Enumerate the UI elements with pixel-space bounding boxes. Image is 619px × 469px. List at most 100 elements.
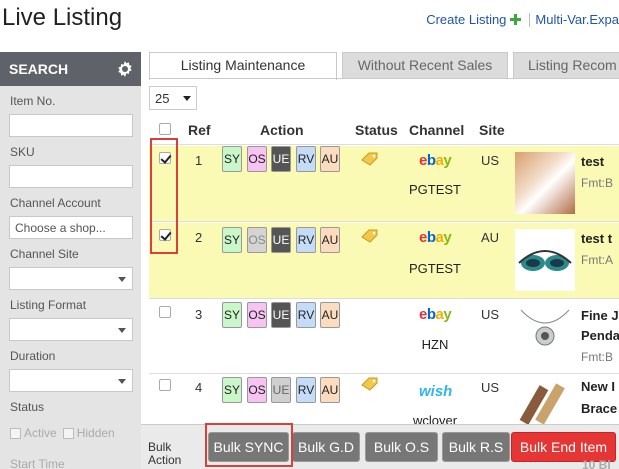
listing-format: Fmt:A <box>581 253 613 267</box>
channel-account-label: Channel Account <box>10 196 101 210</box>
multi-var-link[interactable]: Multi-Var.Expa <box>535 12 619 27</box>
plus-icon[interactable] <box>510 14 522 25</box>
status-options: Active Hidden <box>10 426 115 440</box>
row-site: US <box>481 153 500 168</box>
os-button[interactable]: OS <box>247 302 267 328</box>
select-all-checkbox[interactable] <box>159 123 171 135</box>
ebay-logo: ebay <box>419 152 452 169</box>
rv-button[interactable]: RV <box>296 146 316 172</box>
listing-title[interactable]: test <box>581 152 604 172</box>
sy-button[interactable]: SY <box>222 227 242 253</box>
sku-input[interactable] <box>9 165 133 188</box>
search-heading-label: SEARCH <box>9 61 69 77</box>
product-thumbnail[interactable] <box>515 229 575 291</box>
duration-label: Duration <box>10 349 56 363</box>
table-header: Ref Action Status Channel Site <box>149 115 619 145</box>
active-label: Active <box>24 426 57 440</box>
bulk-rs-button[interactable]: Bulk R.S <box>442 432 510 462</box>
active-checkbox[interactable] <box>10 427 21 439</box>
channel-site-label: Channel Site <box>10 247 79 261</box>
row-ref: 3 <box>195 307 203 322</box>
ebay-logo: ebay <box>419 229 452 246</box>
item-no-input[interactable] <box>9 114 133 137</box>
gear-icon[interactable] <box>117 61 133 77</box>
channel-account: PGTEST <box>408 261 461 276</box>
sy-button[interactable]: SY <box>222 302 242 328</box>
col-site: Site <box>479 122 505 138</box>
row-site: US <box>481 380 500 395</box>
col-status: Status <box>355 122 398 138</box>
hidden-checkbox[interactable] <box>62 427 74 439</box>
ue-button[interactable]: UE <box>271 302 291 328</box>
next-row-partial-title: 10 Bl <box>582 458 611 469</box>
tag-icon <box>361 377 378 391</box>
header-links: Create Listing Multi-Var.Expa <box>426 12 619 27</box>
au-button[interactable]: AU <box>320 302 340 328</box>
bulk-action-label: Bulk Action <box>148 441 181 467</box>
table-row[interactable]: 3 SY OS UE RV AU ebay HZN US Fine J Pend… <box>149 300 619 374</box>
listing-format: Fmt:B <box>581 176 613 190</box>
selection-highlight <box>150 138 178 254</box>
channel-site-select[interactable] <box>9 267 133 290</box>
bulk-label-line2: Action <box>148 453 182 467</box>
listing-tabs: Listing Maintenance Without Recent Sales… <box>149 52 619 80</box>
hidden-label: Hidden <box>76 426 115 440</box>
tab-listing-maintenance[interactable]: Listing Maintenance <box>149 52 337 80</box>
ue-button[interactable]: UE <box>271 146 291 172</box>
col-action: Action <box>260 122 304 138</box>
col-ref: Ref <box>188 122 211 138</box>
ue-button: UE <box>271 377 291 403</box>
product-thumbnail[interactable] <box>515 152 575 214</box>
listing-format-label: Listing Format <box>10 298 87 312</box>
col-channel: Channel <box>409 122 465 138</box>
row-checkbox[interactable] <box>159 379 171 391</box>
tab-listing-recommend[interactable]: Listing Recom <box>513 52 619 78</box>
listing-format-select[interactable] <box>9 318 133 341</box>
tab-divider <box>149 78 619 79</box>
channel-account: PGTEST <box>408 182 461 197</box>
bulk-sync-highlight <box>205 423 293 467</box>
create-listing-link[interactable]: Create Listing <box>426 12 506 27</box>
rv-button[interactable]: RV <box>296 227 316 253</box>
start-time-label: Start Time <box>10 457 65 469</box>
ue-button[interactable]: UE <box>271 227 291 253</box>
listing-title-line2[interactable]: Brace <box>581 399 617 419</box>
table-row[interactable]: 2 SY OS UE RV AU ebay PGTEST AU test t F… <box>149 223 619 299</box>
search-sidebar: SEARCH Item No. SKU Channel Account Choo… <box>0 52 141 469</box>
item-no-label: Item No. <box>10 94 56 108</box>
sy-button[interactable]: SY <box>222 146 242 172</box>
listing-title[interactable]: test t <box>581 229 612 249</box>
wish-logo: wish <box>419 383 453 400</box>
tag-icon <box>361 229 378 243</box>
row-checkbox[interactable] <box>159 306 171 318</box>
rv-button[interactable]: RV <box>296 377 316 403</box>
per-page-value: 25 <box>155 91 170 106</box>
os-button[interactable]: OS <box>247 146 267 172</box>
listing-title-line2[interactable]: Penda <box>581 326 619 346</box>
sku-label: SKU <box>10 145 35 159</box>
channel-account: HZN <box>421 337 449 352</box>
page-title: Live Listing <box>2 4 123 31</box>
listing-title[interactable]: Fine J <box>581 306 619 326</box>
per-page-select[interactable]: 25 <box>149 86 197 110</box>
table-row[interactable]: 1 SY OS UE RV AU ebay PGTEST US test Fmt… <box>149 146 619 222</box>
au-button[interactable]: AU <box>320 377 340 403</box>
rv-button[interactable]: RV <box>296 302 316 328</box>
row-ref: 1 <box>195 153 203 168</box>
os-button: OS <box>247 227 267 253</box>
duration-select[interactable] <box>9 369 133 392</box>
listing-title[interactable]: New I <box>581 377 615 397</box>
row-ref: 2 <box>195 230 203 245</box>
product-thumbnail[interactable] <box>515 306 575 368</box>
au-button[interactable]: AU <box>320 227 340 253</box>
bulk-gd-button[interactable]: Bulk G.D <box>292 432 360 462</box>
au-button[interactable]: AU <box>320 146 340 172</box>
os-button[interactable]: OS <box>247 377 267 403</box>
bulk-os-button[interactable]: Bulk O.S <box>365 432 438 462</box>
sy-button[interactable]: SY <box>222 377 242 403</box>
row-site: AU <box>481 230 500 245</box>
listing-format: Fmt:B <box>581 350 613 364</box>
channel-account-select[interactable]: Choose a shop... <box>9 216 133 239</box>
tab-without-recent-sales[interactable]: Without Recent Sales <box>342 52 508 78</box>
divider <box>529 12 531 27</box>
